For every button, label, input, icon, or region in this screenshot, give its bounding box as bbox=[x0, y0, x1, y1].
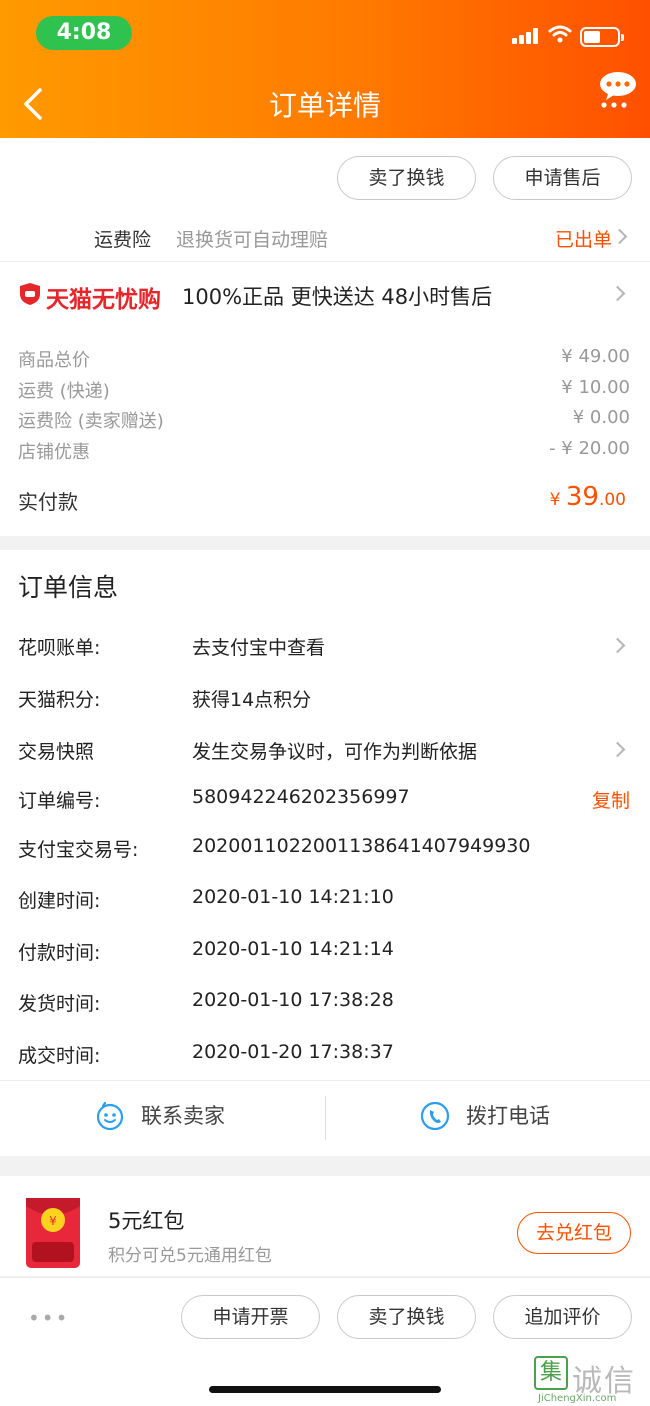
divider bbox=[325, 1096, 326, 1140]
price-label: 运费 (快递) bbox=[18, 381, 110, 402]
wifi-icon bbox=[548, 25, 572, 43]
tmall-promise[interactable]: 100%正品 更快送达 48小时售后 bbox=[182, 281, 492, 311]
invoice-button[interactable]: 申请开票 bbox=[181, 1295, 320, 1339]
info-value: 2020-01-10 14:21:10 bbox=[192, 886, 394, 908]
info-value: 2020011022001138641407949930 bbox=[192, 835, 531, 857]
price-value: - ¥ 20.00 bbox=[549, 438, 630, 459]
info-label: 交易快照 bbox=[18, 741, 95, 763]
info-value: 2020-01-10 14:21:14 bbox=[192, 938, 394, 960]
watermark-logo: 集 bbox=[534, 1356, 568, 1390]
phone-icon[interactable] bbox=[420, 1101, 450, 1131]
info-label: 付款时间: bbox=[18, 942, 101, 964]
info-label: 支付宝交易号: bbox=[18, 839, 139, 861]
more-options-button[interactable]: ••• bbox=[28, 1306, 69, 1330]
info-label: 花呗账单: bbox=[18, 637, 101, 659]
info-value: 发生交易争议时，可作为判断依据 bbox=[192, 741, 478, 763]
insurance-status[interactable]: 已出单 bbox=[555, 225, 612, 252]
sell-button-top[interactable]: 卖了换钱 bbox=[337, 156, 476, 200]
status-time: 4:08 bbox=[36, 16, 132, 50]
info-value: 获得14点积分 bbox=[192, 689, 312, 711]
info-label: 成交时间: bbox=[18, 1045, 101, 1067]
divider bbox=[0, 1080, 650, 1081]
red-packet-icon: ¥ bbox=[26, 1198, 80, 1268]
paid-currency: ¥ bbox=[549, 490, 566, 510]
copy-button[interactable]: 复制 bbox=[592, 786, 630, 813]
page-title: 订单详情 bbox=[268, 89, 381, 122]
order-info-title: 订单信息 bbox=[18, 573, 119, 602]
price-row: 运费 (快递) ¥ 10.00 bbox=[18, 377, 630, 403]
paid-amount: ¥ 39.00 bbox=[550, 482, 626, 512]
signal-icon bbox=[512, 28, 540, 44]
add-review-button[interactable]: 追加评价 bbox=[493, 1295, 632, 1339]
price-label: 店铺优惠 bbox=[18, 442, 90, 463]
battery-icon bbox=[580, 27, 624, 47]
watermark-domain: JiChengXin.com bbox=[538, 1393, 617, 1404]
hongbao-title: 5元红包 bbox=[108, 1209, 185, 1233]
contact-seller-button[interactable]: 联系卖家 bbox=[141, 1100, 225, 1130]
paid-label: 实付款 bbox=[18, 490, 78, 514]
info-label: 订单编号: bbox=[18, 790, 101, 812]
hongbao-subtitle: 积分可兑5元通用红包 bbox=[108, 1246, 272, 1266]
info-value: 去支付宝中查看 bbox=[192, 637, 326, 659]
info-value: 2020-01-10 17:38:28 bbox=[192, 989, 394, 1011]
tmall-logo-icon bbox=[20, 283, 40, 305]
price-label: 商品总价 bbox=[18, 350, 90, 371]
price-row: 商品总价 ¥ 49.00 bbox=[18, 346, 630, 372]
message-icon[interactable] bbox=[598, 70, 638, 110]
paid-main: 39 bbox=[565, 482, 599, 512]
tmall-brand: 天猫无忧购 bbox=[46, 287, 161, 313]
after-sale-button[interactable]: 申请售后 bbox=[493, 156, 632, 200]
divider bbox=[0, 261, 650, 262]
info-label: 天猫积分: bbox=[18, 689, 101, 711]
paid-decimal: .00 bbox=[598, 490, 626, 510]
price-value: ¥ 0.00 bbox=[572, 407, 630, 428]
price-row: 店铺优惠 - ¥ 20.00 bbox=[18, 438, 630, 464]
insurance-desc: 退换货可自动理赔 bbox=[176, 229, 329, 251]
sell-button-bottom[interactable]: 卖了换钱 bbox=[337, 1295, 476, 1339]
price-value: ¥ 49.00 bbox=[561, 346, 630, 367]
info-value: 580942246202356997 bbox=[192, 786, 410, 808]
price-label: 运费险 (卖家赠送) bbox=[18, 411, 164, 432]
info-label: 发货时间: bbox=[18, 993, 101, 1015]
info-value: 2020-01-20 17:38:37 bbox=[192, 1041, 394, 1063]
insurance-label: 运费险 bbox=[94, 229, 152, 251]
redeem-hongbao-button[interactable]: 去兑红包 bbox=[517, 1212, 631, 1254]
call-button[interactable]: 拨打电话 bbox=[466, 1100, 550, 1130]
info-label: 创建时间: bbox=[18, 890, 101, 912]
header-bar: 4:08 订单详情 bbox=[0, 0, 650, 138]
price-value: ¥ 10.00 bbox=[561, 377, 630, 398]
home-indicator[interactable] bbox=[209, 1386, 441, 1393]
contact-seller-icon[interactable] bbox=[95, 1101, 125, 1131]
price-row: 运费险 (卖家赠送) ¥ 0.00 bbox=[18, 407, 630, 433]
svg-text:¥: ¥ bbox=[49, 1214, 57, 1228]
